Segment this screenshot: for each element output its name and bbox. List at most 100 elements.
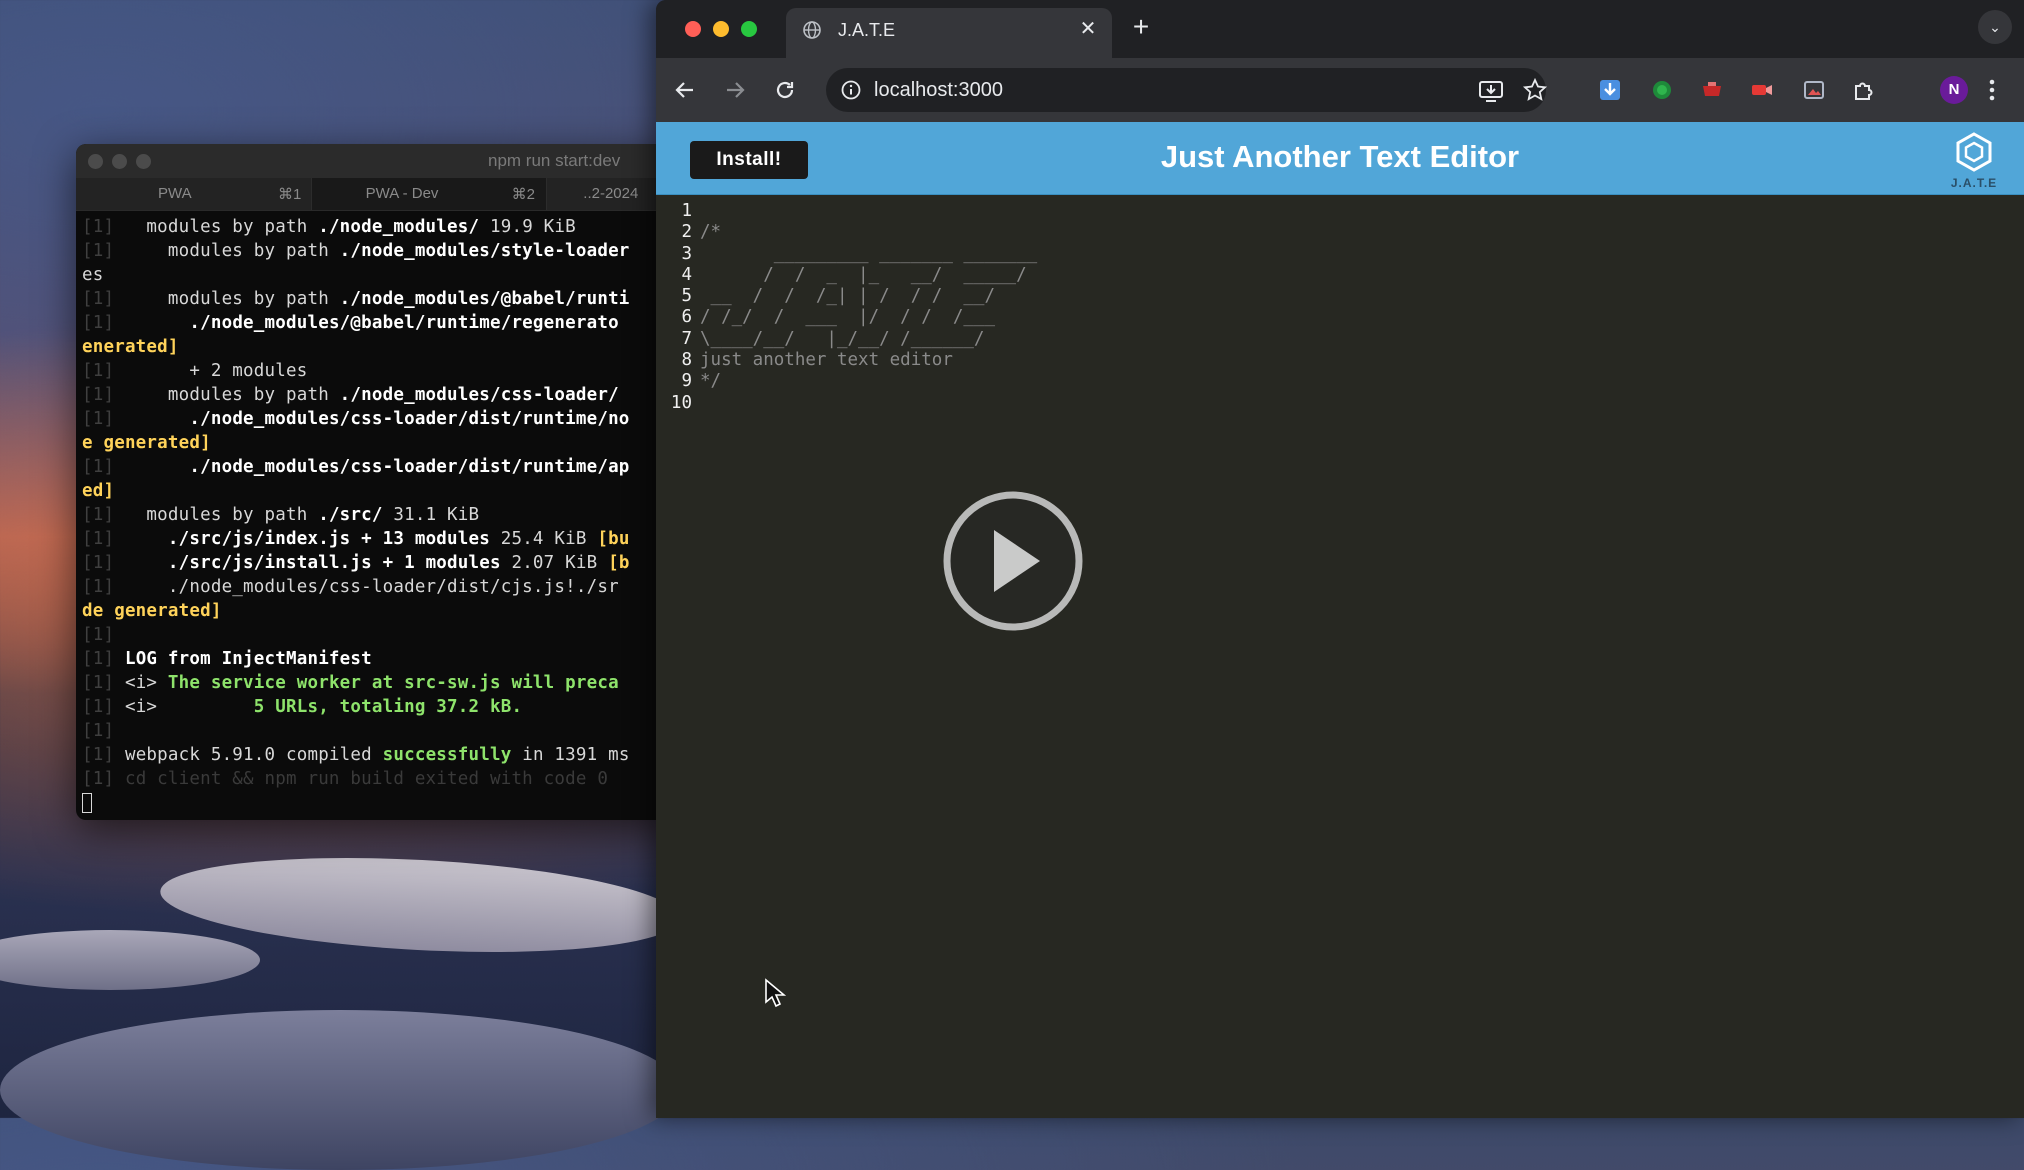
terminal-tab-pwa-dev[interactable]: PWA - Dev ⌘2 <box>311 178 548 210</box>
terminal-text: [1] <box>82 553 125 573</box>
terminal-zoom-button[interactable] <box>136 153 151 169</box>
terminal-text: [1] <box>82 289 125 309</box>
screenshot-extension-icon[interactable] <box>1802 78 1826 102</box>
terminal-line: [1] modules by path ./node_modules/css-l… <box>82 383 676 407</box>
terminal-text: e generated] <box>82 433 211 453</box>
back-button[interactable] <box>670 75 700 105</box>
globe-icon <box>803 21 821 39</box>
editor-line: 1 <box>656 201 2024 222</box>
terminal-text: modules by path <box>124 241 340 261</box>
terminal-text: [1] <box>82 577 125 597</box>
terminal-tab-pwa[interactable]: PWA ⌘1 <box>76 178 312 210</box>
terminal-title: npm run start:dev <box>488 151 621 170</box>
terminal-text: ./node_modules/@babel/runtime/regenerato <box>189 313 619 333</box>
terminal-line: [1] ./src/js/install.js + 1 modules 2.07… <box>82 551 676 575</box>
install-app-icon[interactable] <box>1478 78 1504 104</box>
terminal-text: [b <box>608 553 630 573</box>
terminal-text: <i> <box>124 673 168 693</box>
terminal-line: enerated] <box>82 335 676 359</box>
app-header: Install! Just Another Text Editor J.A.T.… <box>656 122 2024 195</box>
terminal-line: [1] ./node_modules/css-loader/dist/cjs.j… <box>82 575 676 599</box>
window-minimize-button[interactable] <box>713 21 729 37</box>
terminal-line: [1] modules by path ./src/ 31.1 KiB <box>82 503 676 527</box>
terminal-line: [1] cd client && npm run build exited wi… <box>82 767 676 791</box>
terminal-text: [1] <box>82 457 125 477</box>
terminal-line: [1] ./node_modules/css-loader/dist/runti… <box>82 455 676 479</box>
editor-line-text: / / _ |_ __/ _____/ <box>700 264 1027 285</box>
terminal-window[interactable]: npm run start:dev PWA ⌘1 PWA - Dev ⌘2 ..… <box>76 144 676 820</box>
tab-search-button[interactable]: ⌄ <box>1978 10 2012 44</box>
browser-tab[interactable]: J.A.T.E ✕ <box>786 8 1112 58</box>
terminal-text: ./src/ <box>318 505 383 525</box>
terminal-text: ./node_modules/@babel/runti <box>339 289 630 309</box>
red-extension-icon[interactable] <box>1700 78 1724 102</box>
code-editor[interactable]: 1 2/* 3 _________ _______ _______ 4 / / _ |… <box>656 195 2024 414</box>
play-button-icon[interactable] <box>942 490 1084 632</box>
forward-button[interactable] <box>720 75 750 105</box>
terminal-line: [1] modules by path ./node_modules/ 19.9… <box>82 215 676 239</box>
editor-line: 7 \____/__/ |_/__/ /______/ <box>656 329 2024 350</box>
video-extension-icon[interactable] <box>1750 78 1774 102</box>
editor-line-text: __ / / /_| | / / / __/ <box>700 286 996 307</box>
terminal-text: ./node_modules/ <box>318 217 480 237</box>
terminal-minimize-button[interactable] <box>112 153 127 169</box>
close-icon[interactable]: ✕ <box>1076 17 1100 41</box>
terminal-text: [1] <box>82 409 125 429</box>
terminal-text: ./src/js/install.js + 1 modules <box>167 553 501 573</box>
terminal-tab-label: PWA - Dev <box>365 185 439 202</box>
url-text: localhost:3000 <box>874 79 1003 101</box>
green-extension-icon[interactable] <box>1650 78 1674 102</box>
line-number: 9 <box>681 371 692 392</box>
page-content: Install! Just Another Text Editor J.A.T.… <box>656 122 2024 1118</box>
reload-button[interactable] <box>770 75 800 105</box>
terminal-line: e generated] <box>82 431 676 455</box>
terminal-tabbar: PWA ⌘1 PWA - Dev ⌘2 ..2-2024 <box>76 178 676 211</box>
editor-line-text: / /_/ / ___ |/ / / /___ <box>700 307 996 328</box>
terminal-line: [1] modules by path ./node_modules/style… <box>82 239 676 263</box>
puzzle-icon[interactable] <box>1852 78 1876 102</box>
terminal-line: [1] modules by path ./node_modules/@babe… <box>82 287 676 311</box>
line-number: 8 <box>681 350 692 371</box>
terminal-close-button[interactable] <box>88 153 103 169</box>
editor-line: 10 <box>656 393 2024 414</box>
browser-tab-title: J.A.T.E <box>838 20 896 40</box>
download-extension-icon[interactable] <box>1598 78 1622 102</box>
terminal-text: <i> <box>124 697 254 717</box>
site-info-icon[interactable] <box>840 79 862 101</box>
terminal-text: ./node_modules/css-loader/dist/runtime/a… <box>189 457 630 477</box>
terminal-text: ./src/js/index.js + 13 modules <box>167 529 490 549</box>
terminal-output[interactable]: [1] modules by path ./node_modules/ 19.9… <box>76 211 676 815</box>
terminal-titlebar[interactable]: npm run start:dev <box>76 144 676 178</box>
terminal-line: [1] LOG from InjectManifest <box>82 647 676 671</box>
terminal-tab-shortcut: ⌘1 <box>278 186 302 203</box>
editor-line-text: \____/__/ |_/__/ /______/ <box>700 328 985 349</box>
terminal-text: [1] <box>82 745 125 765</box>
address-bar[interactable]: localhost:3000 <box>826 68 1546 112</box>
terminal-text: de generated] <box>82 601 222 621</box>
editor-line: 8 just another text editor <box>656 350 2024 371</box>
profile-avatar[interactable]: N <box>1940 76 1968 104</box>
terminal-text: cd client && npm run build exited with c… <box>124 769 609 789</box>
editor-line-text: /* <box>700 222 722 243</box>
terminal-text: The service worker at src-sw.js will pre… <box>167 673 619 693</box>
window-zoom-button[interactable] <box>741 21 757 37</box>
terminal-line: [1] + 2 modules <box>82 359 676 383</box>
terminal-text: 31.1 KiB <box>382 505 480 525</box>
line-number: 4 <box>681 264 692 285</box>
app-logo: J.A.T.E <box>1944 130 2004 190</box>
star-icon[interactable] <box>1522 77 1548 103</box>
new-tab-button[interactable]: + <box>1126 12 1156 42</box>
terminal-text: enerated] <box>82 337 179 357</box>
app-title: Just Another Text Editor <box>1160 139 1520 174</box>
terminal-text: [1] <box>82 217 125 237</box>
browser-window[interactable]: J.A.T.E ✕ + ⌄ localhost:3000 N Install! … <box>656 0 2024 1118</box>
terminal-tab-label: ..2-2024 <box>583 185 639 202</box>
window-close-button[interactable] <box>685 21 701 37</box>
line-number: 1 <box>681 201 692 221</box>
terminal-text: [1] <box>82 241 125 261</box>
line-number: 7 <box>681 328 692 349</box>
more-menu-icon[interactable] <box>1982 74 2002 106</box>
